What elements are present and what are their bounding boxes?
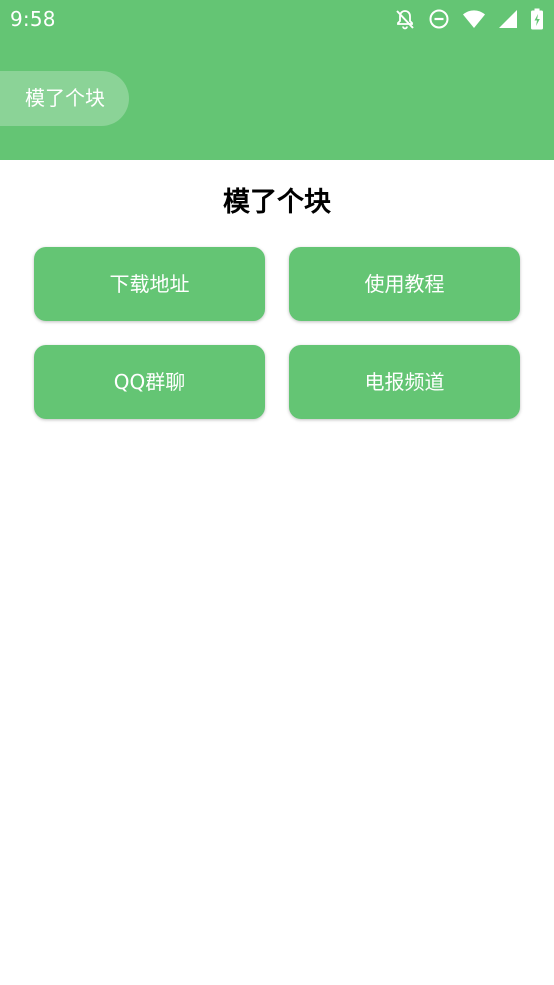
- telegram-channel-button[interactable]: 电报频道: [289, 345, 520, 419]
- battery-charging-icon: [530, 8, 544, 30]
- page-title: 模了个块: [223, 187, 331, 218]
- qq-group-button[interactable]: QQ群聊: [34, 345, 265, 419]
- cellular-signal-icon: [498, 8, 518, 30]
- status-time: 9:58: [10, 7, 56, 31]
- notifications-off-icon: [394, 8, 416, 30]
- status-bar: 9:58: [0, 0, 554, 38]
- app-header: 9:58 模了个块: [0, 0, 554, 160]
- wifi-icon: [462, 8, 486, 30]
- app-name-chip[interactable]: 模了个块: [0, 71, 129, 126]
- do-not-disturb-icon: [428, 8, 450, 30]
- status-icons: [382, 8, 544, 30]
- tutorial-button[interactable]: 使用教程: [289, 247, 520, 321]
- download-link-button[interactable]: 下载地址: [34, 247, 265, 321]
